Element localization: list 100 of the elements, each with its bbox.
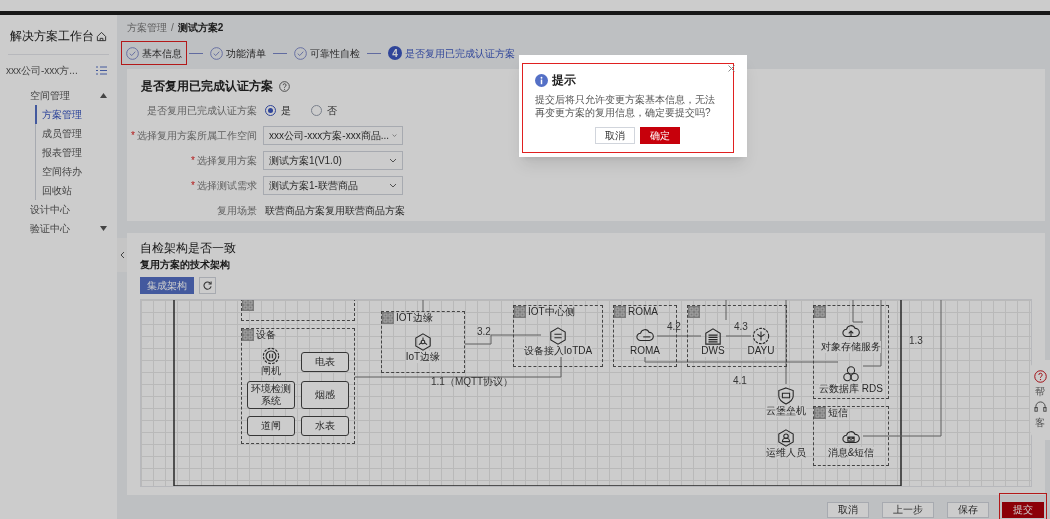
node-label: DAYU	[747, 345, 775, 357]
node-label: 设备接入IoTDA	[523, 345, 593, 357]
node-label: DWS	[701, 345, 725, 357]
submenu-item[interactable]: 报表管理	[35, 143, 117, 162]
step-label: 基本信息	[142, 46, 182, 61]
device-node: 水表	[301, 416, 349, 436]
field-value: 联营商品方案复用联营商品方案	[264, 204, 405, 218]
grid-icon	[614, 306, 626, 318]
edge-label: 4.2	[667, 322, 681, 332]
device-node: 道闸	[247, 416, 295, 436]
submenu-item[interactable]: 回收站	[35, 181, 117, 200]
submenu-item[interactable]: 空间待办	[35, 162, 117, 181]
help-label[interactable]: 帮	[1035, 387, 1045, 397]
gate-icon	[262, 347, 280, 365]
footer-button[interactable]: 保存	[947, 502, 989, 518]
node-label: ROMA	[630, 345, 660, 357]
step-label: 可靠性自检	[310, 46, 360, 61]
node-label: 云数据库 RDS	[819, 383, 883, 395]
footer-button[interactable]: 上一步	[882, 502, 934, 518]
edge-label: 3.2	[477, 327, 491, 337]
caret-icon	[100, 226, 107, 231]
node-label: 运维人员	[766, 447, 806, 459]
workspace-name[interactable]: xxx公司-xxx方...	[6, 63, 78, 78]
building-icon	[704, 327, 722, 345]
edge-label: 1.1（MQTT协议）	[431, 377, 514, 387]
group-label: 设备	[256, 330, 276, 340]
grid-icon	[688, 306, 700, 318]
device-node: 电表	[301, 352, 349, 372]
step-number: 4	[388, 46, 402, 60]
group-label: IOT中心侧	[528, 307, 575, 317]
sidebar-title: 解决方案工作台	[10, 28, 94, 45]
field-label: 是否复用已完成认证方案	[147, 104, 257, 118]
device-node: 环境检测系统	[247, 381, 295, 409]
device-node: 烟感	[301, 381, 349, 409]
breadcrumb-separator: /	[171, 21, 174, 35]
service-label[interactable]: 客	[1035, 418, 1045, 428]
grid-icon	[382, 312, 394, 324]
submenu-item[interactable]: 成员管理	[35, 124, 117, 143]
refresh-icon	[203, 281, 212, 290]
dialog-message: 提交后将只允许变更方案基本信息，无法再变更方案的复用信息，确定要提交吗?	[535, 93, 716, 119]
field-label: 复用场景	[217, 204, 257, 218]
breadcrumb-link[interactable]: 方案管理	[127, 20, 167, 35]
close-button[interactable]	[727, 64, 735, 72]
chevron-down-icon	[389, 183, 397, 188]
grid-icon	[242, 329, 254, 341]
menu-item[interactable]: 设计中心	[0, 200, 117, 219]
menu-item[interactable]: 空间管理	[0, 86, 117, 105]
field-label: 选择测试需求	[197, 179, 257, 193]
node-label: 闸机	[261, 365, 281, 377]
caret-icon	[100, 93, 107, 98]
radio-option[interactable]: 否	[311, 103, 337, 118]
question-icon[interactable]	[1033, 370, 1047, 383]
group-label: 短信	[828, 408, 848, 418]
edge-label: 4.1	[733, 376, 747, 386]
dialog-button[interactable]: 确定	[639, 127, 680, 144]
list-icon[interactable]	[96, 66, 107, 75]
edge-label: 1.3	[909, 336, 923, 346]
chevron-down-icon	[389, 158, 397, 163]
chevron-down-icon	[392, 133, 397, 138]
step[interactable]: 4 是否复用已完成认证方案	[383, 41, 520, 65]
integrate-button[interactable]: 集成架构	[140, 277, 194, 294]
radio-option[interactable]: 是	[265, 103, 291, 118]
footer-button[interactable]: 提交	[1002, 502, 1044, 518]
refresh-button[interactable]	[199, 277, 216, 294]
info-icon	[535, 73, 548, 87]
chevron-left-icon	[119, 251, 125, 259]
home-icon	[96, 30, 107, 42]
edge-label: 4.3	[734, 322, 748, 332]
circles-icon	[842, 365, 860, 383]
person-icon	[777, 429, 795, 447]
node-label: 消息&短信	[827, 447, 875, 459]
dialog-button[interactable]: 取消	[594, 127, 635, 144]
step-label: 功能清单	[226, 46, 266, 61]
group-label: ROMA	[628, 307, 658, 317]
node-label: 云堡垒机	[766, 405, 806, 417]
shield-icon	[777, 387, 795, 405]
step[interactable]: 可靠性自检	[289, 41, 365, 65]
select-field[interactable]: 测试方案1-联营商品	[263, 176, 403, 195]
node-label: 对象存储服务	[821, 341, 881, 353]
select-field[interactable]: 测试方案1(V1.0)	[263, 151, 403, 170]
hexagon-icon	[549, 327, 567, 345]
step-label: 是否复用已完成认证方案	[405, 46, 515, 61]
grid-icon	[514, 306, 526, 318]
grid-icon	[242, 300, 254, 311]
help-icon[interactable]	[279, 80, 290, 92]
select-field[interactable]: xxx公司-xxx方案-xxx商品...	[263, 126, 403, 145]
step[interactable]: 基本信息	[121, 41, 187, 65]
group-label: IOT边缘	[396, 313, 433, 323]
grid-icon	[814, 407, 826, 419]
card-title: 是否复用已完成认证方案	[141, 78, 273, 95]
close-icon	[727, 64, 735, 72]
dialog-title: 提示	[552, 72, 576, 89]
grid-icon	[814, 306, 826, 318]
step[interactable]: 功能清单	[205, 41, 271, 65]
hexagon-icon	[414, 333, 432, 351]
menu-item[interactable]: 验证中心	[0, 219, 117, 238]
required-mark: *	[191, 180, 195, 191]
footer-button[interactable]: 取消	[827, 502, 869, 518]
headset-icon[interactable]	[1033, 401, 1047, 414]
radio-circle[interactable]	[265, 105, 276, 116]
